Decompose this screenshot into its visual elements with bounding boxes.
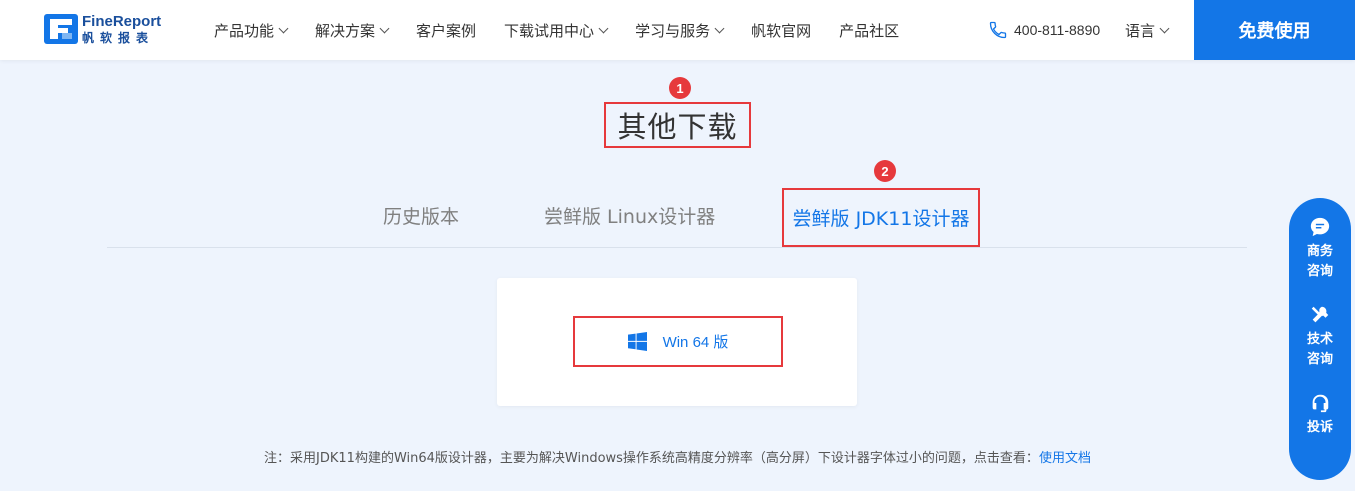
nav-label: 学习与服务 [635, 21, 711, 40]
nav-label: 帆软官网 [751, 21, 812, 40]
footnote: 注：采用JDK11构建的Win64版设计器，主要为解决Windows操作系统高精… [0, 447, 1355, 466]
phone-text: 400-811-8890 [1014, 22, 1101, 38]
floating-contact-bar: 商务 咨询 技术 咨询 投诉 [1289, 198, 1351, 480]
chat-icon [1310, 217, 1330, 237]
nav-label: 下载试用中心 [504, 21, 595, 40]
tab-jdk11-label: 尝鲜版 JDK11设计器 [792, 208, 970, 230]
chevron-down-icon [1159, 23, 1170, 33]
logo[interactable]: FineReport 帆软报表 [44, 12, 161, 46]
phone-icon [989, 21, 1007, 39]
logo-en-text: FineReport [82, 13, 162, 30]
language-label: 语言 [1125, 21, 1156, 40]
language-selector[interactable]: 语言 [1125, 0, 1170, 60]
float-label: 商务 [1306, 244, 1333, 259]
windows-icon [627, 332, 647, 351]
top-header: FineReport 帆软报表 产品功能 解决方案 客户案例 下载试用中心 学习… [0, 0, 1355, 60]
float-label: 咨询 [1306, 352, 1333, 367]
nav-item-download-center[interactable]: 下载试用中心 [504, 20, 609, 41]
nav-label: 产品功能 [214, 21, 275, 40]
logo-cn-text: 帆软报表 [82, 31, 155, 45]
nav-label: 解决方案 [315, 21, 376, 40]
footnote-text: 注：采用JDK11构建的Win64版设计器，主要为解决Windows操作系统高精… [264, 451, 1039, 466]
complaint-button[interactable]: 投诉 [1307, 392, 1333, 480]
tech-consult-button[interactable]: 技术 咨询 [1307, 304, 1333, 392]
nav-item-product-features[interactable]: 产品功能 [214, 20, 289, 41]
nav-label: 产品社区 [839, 21, 900, 40]
nav-item-learning-services[interactable]: 学习与服务 [635, 20, 725, 41]
chevron-down-icon [278, 23, 289, 33]
page-title: 其他下载 [604, 102, 751, 148]
headset-icon [1312, 394, 1329, 413]
float-label: 投诉 [1306, 420, 1333, 435]
nav-item-solutions[interactable]: 解决方案 [315, 20, 390, 41]
chevron-down-icon [598, 23, 609, 33]
nav-item-official-site[interactable]: 帆软官网 [751, 20, 811, 41]
phone-number[interactable]: 400-811-8890 [988, 0, 1100, 60]
step-badge-2: 2 [874, 160, 896, 182]
tab-linux-designer[interactable]: 尝鲜版 Linux设计器 [544, 202, 715, 229]
chevron-down-icon [714, 23, 725, 33]
business-consult-button[interactable]: 商务 咨询 [1307, 216, 1333, 304]
main-nav: 产品功能 解决方案 客户案例 下载试用中心 学习与服务 帆软官网 产品社区 [214, 0, 927, 60]
free-trial-button[interactable]: 免费使用 [1194, 0, 1355, 60]
step-badge-1: 1 [669, 77, 691, 99]
tools-icon [1311, 306, 1329, 323]
win64-label: Win 64 版 [662, 334, 729, 351]
usage-doc-link[interactable]: 使用文档 [1039, 451, 1091, 466]
finereport-logo-icon [44, 14, 78, 44]
nav-label: 客户案例 [416, 21, 477, 40]
win64-download-button[interactable]: Win 64 版 [573, 316, 783, 367]
tab-divider [107, 247, 1247, 248]
float-label: 咨询 [1306, 264, 1333, 279]
chevron-down-icon [379, 23, 390, 33]
tab-jdk11-designer[interactable]: 尝鲜版 JDK11设计器 [782, 188, 980, 247]
float-label: 技术 [1306, 332, 1333, 347]
nav-item-community[interactable]: 产品社区 [839, 20, 899, 41]
tab-history-versions[interactable]: 历史版本 [383, 202, 459, 229]
nav-item-customer-cases[interactable]: 客户案例 [416, 20, 476, 41]
